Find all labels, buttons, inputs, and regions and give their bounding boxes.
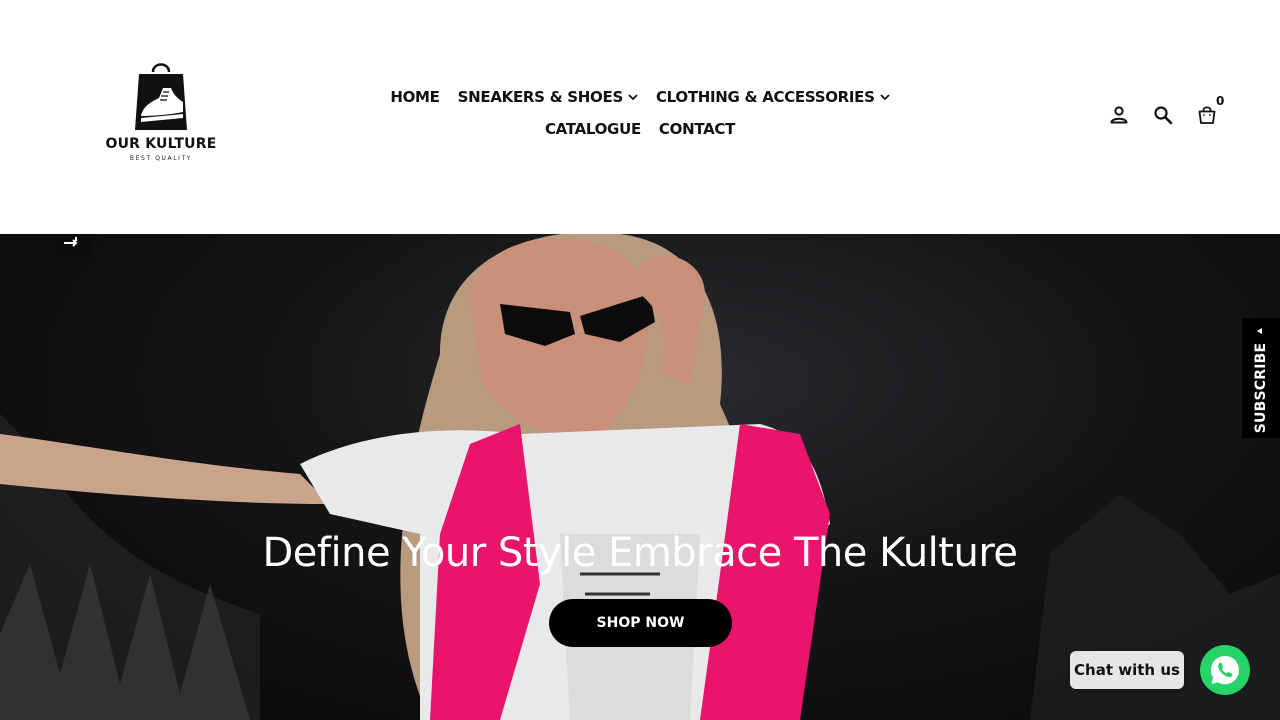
- brand-name: OUR KULTURE: [105, 136, 217, 152]
- subscribe-tab[interactable]: SUBSCRIBE: [1242, 318, 1280, 438]
- account-icon[interactable]: [1108, 104, 1130, 126]
- nav-item-label: CONTACT: [658, 120, 736, 138]
- nav-item-home[interactable]: HOME: [390, 86, 440, 108]
- brand-logo[interactable]: OUR KULTURE BEST QUALITY: [104, 58, 218, 174]
- chevron-down-icon: [628, 93, 638, 101]
- hero-banner: Define Your Style Embrace The Kulture SH…: [0, 234, 1280, 720]
- brand-tagline: BEST QUALITY: [129, 155, 193, 162]
- nav-item-sneakers-shoes[interactable]: SNEAKERS & SHOES: [458, 86, 638, 108]
- nav-item-label: SNEAKERS & SHOES: [457, 88, 624, 106]
- shopping-bag-icon[interactable]: 0: [1196, 94, 1224, 126]
- caret-left-icon: [1257, 328, 1262, 334]
- hero-title: Define Your Style Embrace The Kulture: [262, 530, 1019, 576]
- nav-item-label: CLOTHING & ACCESSORIES: [655, 88, 875, 106]
- nav-item-clothing-accessories[interactable]: CLOTHING & ACCESSORIES: [656, 86, 890, 108]
- shop-now-button[interactable]: SHOP NOW: [549, 599, 732, 647]
- whatsapp-icon[interactable]: [1200, 645, 1250, 695]
- shuffle-icon[interactable]: [51, 234, 93, 258]
- subscribe-label: SUBSCRIBE: [1253, 342, 1269, 434]
- shopping-bag-sneaker-icon: [135, 63, 187, 130]
- cart-count-badge: 0: [1216, 94, 1225, 108]
- main-nav: HOME SNEAKERS & SHOES CLOTHING & ACCESSO…: [370, 86, 910, 140]
- nav-item-label: HOME: [390, 88, 440, 106]
- chevron-down-icon: [880, 93, 890, 101]
- nav-item-catalogue[interactable]: CATALOGUE: [545, 118, 641, 140]
- chat-with-us-bubble[interactable]: Chat with us: [1070, 651, 1184, 689]
- nav-item-label: CATALOGUE: [544, 120, 641, 138]
- search-icon[interactable]: [1152, 104, 1174, 126]
- nav-item-contact[interactable]: CONTACT: [659, 118, 735, 140]
- site-header: OUR KULTURE BEST QUALITY HOME SNEAKERS &…: [0, 0, 1280, 234]
- header-icons: 0: [1108, 94, 1224, 126]
- hero-image: [0, 234, 1280, 720]
